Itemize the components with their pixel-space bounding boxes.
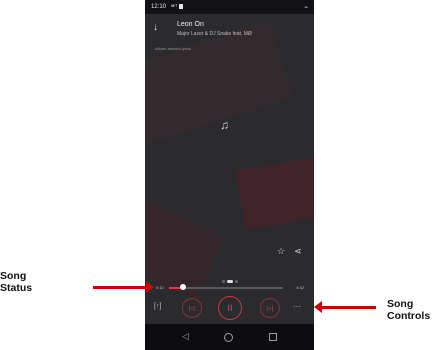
arrow-down-icon[interactable]: ↓	[153, 22, 158, 33]
nav-recents-icon[interactable]	[269, 333, 277, 341]
status-bar: 12:10 ᴺᴱᵀ ⌁	[145, 0, 314, 14]
page-dot-active	[226, 280, 233, 283]
pause-button[interactable]: II	[218, 296, 242, 320]
network-label: ᴺᴱᵀ	[171, 4, 178, 10]
nav-home-icon[interactable]	[224, 333, 233, 342]
page-dot	[234, 280, 238, 283]
navigation-bar: ◁	[145, 324, 314, 350]
total-time: 4:32	[296, 285, 304, 290]
callout-label: Controls	[387, 310, 431, 322]
song-artist: Major Lazer & DJ Snake feat. MØ	[177, 31, 252, 37]
phone-screen: 12:10 ᴺᴱᵀ ⌁ ↓ Leon On Major Lazer & DJ S…	[145, 0, 314, 350]
next-button[interactable]: ▷|	[260, 298, 280, 318]
star-icon[interactable]: ☆	[277, 246, 285, 257]
page-indicator	[145, 270, 314, 288]
playback-controls: [↑] |◁ II ▷| ···	[145, 296, 314, 322]
elapsed-time: 0:10	[156, 285, 164, 290]
share-icon[interactable]: ⋖	[294, 246, 302, 257]
progress-bar[interactable]	[169, 284, 283, 290]
progress-thumb[interactable]	[179, 284, 186, 290]
status-time: 12:10	[151, 4, 167, 10]
repeat-button[interactable]: [↑]	[154, 303, 161, 310]
song-controls-arrow	[314, 301, 376, 313]
sim-icon	[179, 4, 183, 9]
signal-icon: ⌁	[304, 5, 308, 11]
nav-back-icon[interactable]: ◁	[182, 331, 189, 342]
song-status-arrow	[93, 281, 154, 293]
music-note-icon: ♫	[220, 118, 229, 132]
song-title: Leon On	[177, 21, 204, 28]
artwork-shape	[235, 150, 314, 230]
previous-button[interactable]: |◁	[182, 298, 202, 318]
page-dot	[221, 280, 225, 283]
lyrics-line[interactable]: Album artwork lyrics	[155, 46, 191, 51]
song-controls-callout: Song Controls	[387, 298, 430, 322]
song-status-callout: Song Status	[0, 270, 68, 298]
more-button[interactable]: ···	[293, 302, 301, 311]
callout-label: Song	[0, 270, 27, 282]
callout-label: Status	[0, 282, 33, 294]
callout-label: Song	[387, 298, 414, 310]
